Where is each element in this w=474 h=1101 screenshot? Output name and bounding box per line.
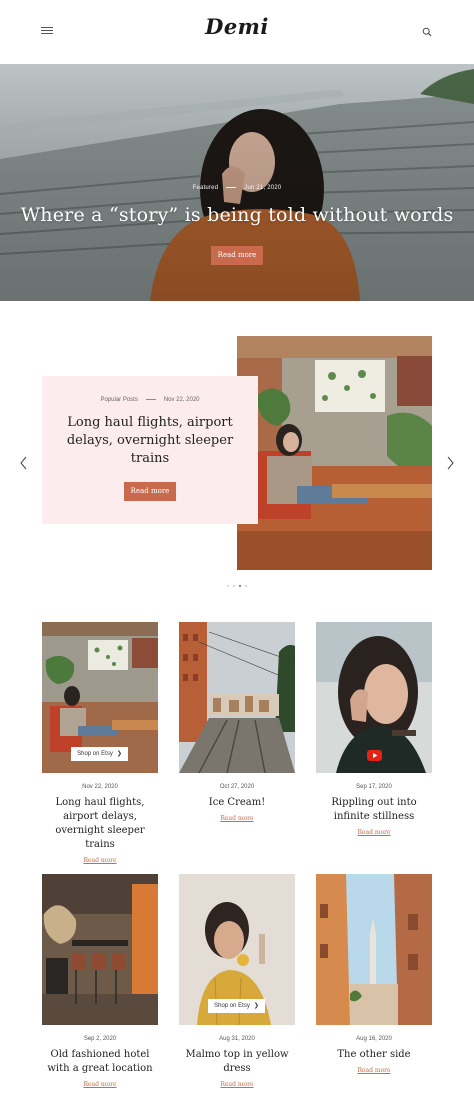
hero-date: Jun 21, 2020 bbox=[244, 185, 282, 191]
slide-read-more-button[interactable]: Read more bbox=[124, 482, 176, 501]
post-thumbnail[interactable]: Shop on Etsy ❯ bbox=[179, 874, 295, 1025]
youtube-play-icon[interactable] bbox=[367, 750, 382, 761]
meta-divider bbox=[226, 186, 237, 188]
slider-dots bbox=[226, 585, 250, 589]
post-title[interactable]: The other side bbox=[316, 1048, 432, 1062]
search-icon[interactable] bbox=[422, 27, 432, 37]
post-thumbnail[interactable] bbox=[316, 622, 432, 773]
post-title[interactable]: Malmo top in yellow dress bbox=[179, 1048, 295, 1076]
slide-meta: Popular Posts Nov 22, 2020 bbox=[42, 397, 258, 403]
slide-date: Nov 22, 2020 bbox=[163, 397, 200, 403]
shop-label: Shop on Etsy bbox=[77, 751, 113, 757]
post-card: Aug 16, 2020 The other side Read more bbox=[316, 874, 432, 1074]
post-card: Shop on Etsy ❯ Nov 22, 2020 Long haul fli… bbox=[42, 622, 158, 864]
hero-meta: Featured Jun 21, 2020 bbox=[0, 185, 474, 191]
post-card: Sep 2, 2020 Old fashioned hotel with a g… bbox=[42, 874, 158, 1088]
site-logo[interactable]: Demi bbox=[0, 14, 474, 39]
post-date: Aug 31, 2020 bbox=[219, 1036, 255, 1042]
post-photo bbox=[42, 874, 158, 1025]
shop-on-etsy-button[interactable]: Shop on Etsy ❯ bbox=[208, 999, 265, 1013]
post-title[interactable]: Rippling out into infinite stillness bbox=[316, 796, 432, 824]
post-title[interactable]: Long haul flights, airport delays, overn… bbox=[42, 796, 158, 852]
shop-on-etsy-button[interactable]: Shop on Etsy ❯ bbox=[71, 747, 128, 761]
post-date: Sep 17, 2020 bbox=[356, 784, 392, 790]
shop-label: Shop on Etsy bbox=[214, 1003, 250, 1009]
post-thumbnail[interactable]: Shop on Etsy ❯ bbox=[42, 622, 158, 773]
read-more-link[interactable]: Read more bbox=[316, 1067, 432, 1074]
post-thumbnail[interactable] bbox=[42, 874, 158, 1025]
slide-title[interactable]: Long haul flights, airport delays, overn… bbox=[60, 414, 240, 468]
read-more-link[interactable]: Read more bbox=[42, 857, 158, 864]
slider-dot-active[interactable] bbox=[239, 585, 241, 587]
meta-divider bbox=[145, 398, 156, 400]
post-card: Shop on Etsy ❯ Aug 31, 2020 Malmo top in … bbox=[179, 874, 295, 1088]
post-photo bbox=[316, 874, 432, 1025]
post-date: Oct 27, 2020 bbox=[219, 784, 255, 790]
chevron-right-icon[interactable] bbox=[445, 456, 455, 470]
post-date: Aug 16, 2020 bbox=[356, 1036, 392, 1042]
post-photo bbox=[179, 622, 295, 773]
hero-title[interactable]: Where a “story” is being told without wo… bbox=[0, 204, 474, 226]
read-more-link[interactable]: Read more bbox=[179, 815, 295, 822]
post-date: Sep 2, 2020 bbox=[83, 1036, 117, 1042]
slider-dot[interactable] bbox=[227, 585, 229, 587]
slide-card: Popular Posts Nov 22, 2020 Long haul flig… bbox=[42, 376, 258, 524]
chevron-left-icon[interactable] bbox=[19, 456, 29, 470]
read-more-link[interactable]: Read more bbox=[42, 1081, 158, 1088]
post-thumbnail[interactable] bbox=[179, 622, 295, 773]
read-more-link[interactable]: Read more bbox=[179, 1081, 295, 1088]
post-date: Nov 22, 2020 bbox=[82, 784, 118, 790]
slider-dot[interactable] bbox=[233, 585, 235, 587]
post-title[interactable]: Ice Cream! bbox=[179, 796, 295, 810]
hero-featured-post[interactable]: Featured Jun 21, 2020 Where a “story” is … bbox=[0, 64, 474, 301]
post-card: Sep 17, 2020 Rippling out into infinite … bbox=[316, 622, 432, 836]
chevron-right-icon: ❯ bbox=[253, 1003, 259, 1009]
slide-category[interactable]: Popular Posts bbox=[100, 397, 137, 403]
slide-image[interactable] bbox=[237, 336, 432, 570]
hero-category[interactable]: Featured bbox=[193, 185, 219, 191]
post-title[interactable]: Old fashioned hotel with a great locatio… bbox=[42, 1048, 158, 1076]
popular-posts-slider: Popular Posts Nov 22, 2020 Long haul flig… bbox=[0, 320, 474, 600]
hero-image bbox=[0, 64, 474, 301]
read-more-link[interactable]: Read more bbox=[316, 829, 432, 836]
hero-read-more-button[interactable]: Read more bbox=[211, 246, 263, 265]
site-header: Demi bbox=[0, 0, 474, 64]
chevron-right-icon: ❯ bbox=[116, 751, 122, 757]
post-thumbnail[interactable] bbox=[316, 874, 432, 1025]
slider-dot[interactable] bbox=[245, 585, 247, 587]
slide-photo bbox=[237, 336, 432, 570]
post-card: Oct 27, 2020 Ice Cream! Read more bbox=[179, 622, 295, 822]
